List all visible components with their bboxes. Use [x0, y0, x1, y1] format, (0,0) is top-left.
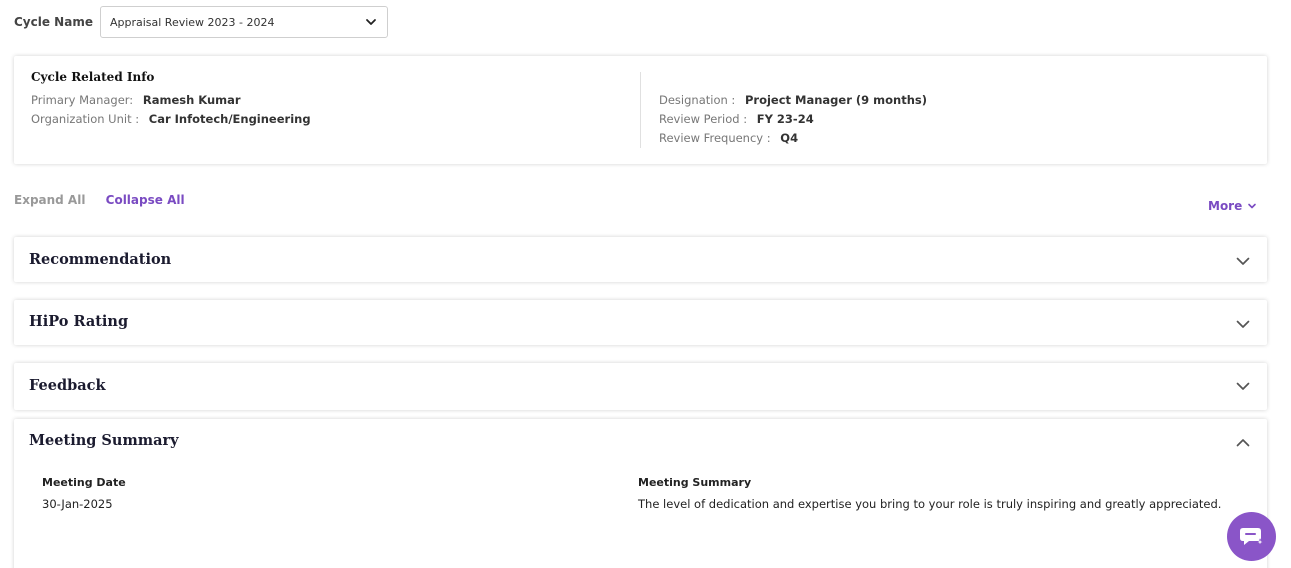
- chevron-down-icon[interactable]: [1235, 253, 1251, 269]
- chevron-down-icon[interactable]: [1235, 316, 1251, 332]
- meeting-summary-value: The level of dedication and expertise yo…: [638, 497, 1222, 511]
- cycle-info-card: Cycle Related Info Primary Manager: Rame…: [14, 56, 1267, 164]
- feedback-panel[interactable]: Feedback: [14, 363, 1267, 410]
- designation-value: Project Manager (9 months): [744, 93, 928, 107]
- review-frequency-row: Review Frequency : Q4: [659, 131, 798, 145]
- hipo-rating-panel[interactable]: HiPo Rating: [14, 300, 1267, 345]
- feedback-panel-title: Feedback: [29, 377, 106, 394]
- meeting-summary-panel-title: Meeting Summary: [29, 432, 179, 449]
- cycle-name-select[interactable]: Appraisal Review 2023 - 2024: [99, 6, 388, 38]
- cycle-name-selected-value: Appraisal Review 2023 - 2024: [109, 15, 275, 29]
- recommendation-panel-title: Recommendation: [29, 251, 172, 268]
- chevron-down-icon: [366, 19, 376, 25]
- cycle-info-title: Cycle Related Info: [31, 70, 155, 84]
- meeting-summary-panel: Meeting Summary Meeting Date 30-Jan-2025…: [14, 419, 1267, 568]
- chat-icon: [1239, 527, 1264, 546]
- org-unit-row: Organization Unit : Car Infotech/Enginee…: [31, 112, 311, 126]
- primary-manager-row: Primary Manager: Ramesh Kumar: [31, 93, 241, 107]
- designation-label: Designation :: [659, 93, 736, 107]
- meeting-summary-label: Meeting Summary: [638, 476, 752, 489]
- review-period-value: FY 23-24: [756, 112, 814, 126]
- primary-manager-label: Primary Manager:: [31, 93, 134, 107]
- cycle-name-label: Cycle Name: [14, 15, 93, 29]
- review-frequency-value: Q4: [780, 131, 799, 145]
- recommendation-panel[interactable]: Recommendation: [14, 237, 1267, 282]
- chevron-up-icon[interactable]: [1235, 435, 1251, 451]
- hipo-rating-panel-title: HiPo Rating: [29, 313, 129, 330]
- chevron-down-icon[interactable]: [1235, 378, 1251, 394]
- meeting-date-label: Meeting Date: [42, 476, 126, 489]
- more-label: More: [1208, 199, 1243, 213]
- primary-manager-value: Ramesh Kumar: [142, 93, 241, 107]
- more-dropdown-button[interactable]: More: [1208, 199, 1257, 213]
- meeting-date-value: 30-Jan-2025: [42, 497, 113, 511]
- designation-row: Designation : Project Manager (9 months): [659, 93, 927, 107]
- review-period-label: Review Period :: [659, 112, 748, 126]
- chat-button[interactable]: [1227, 512, 1276, 561]
- info-divider: [640, 72, 641, 148]
- chevron-down-icon: [1248, 203, 1257, 209]
- review-period-row: Review Period : FY 23-24: [659, 112, 814, 126]
- cycle-selector-row: Cycle Name Appraisal Review 2023 - 2024: [14, 6, 388, 38]
- expand-all-link[interactable]: Expand All: [14, 193, 85, 207]
- collapse-all-link[interactable]: Collapse All: [106, 193, 185, 207]
- expand-collapse-controls: Expand All Collapse All: [14, 193, 185, 207]
- org-unit-label: Organization Unit :: [31, 112, 140, 126]
- review-frequency-label: Review Frequency :: [659, 131, 771, 145]
- org-unit-value: Car Infotech/Engineering: [148, 112, 311, 126]
